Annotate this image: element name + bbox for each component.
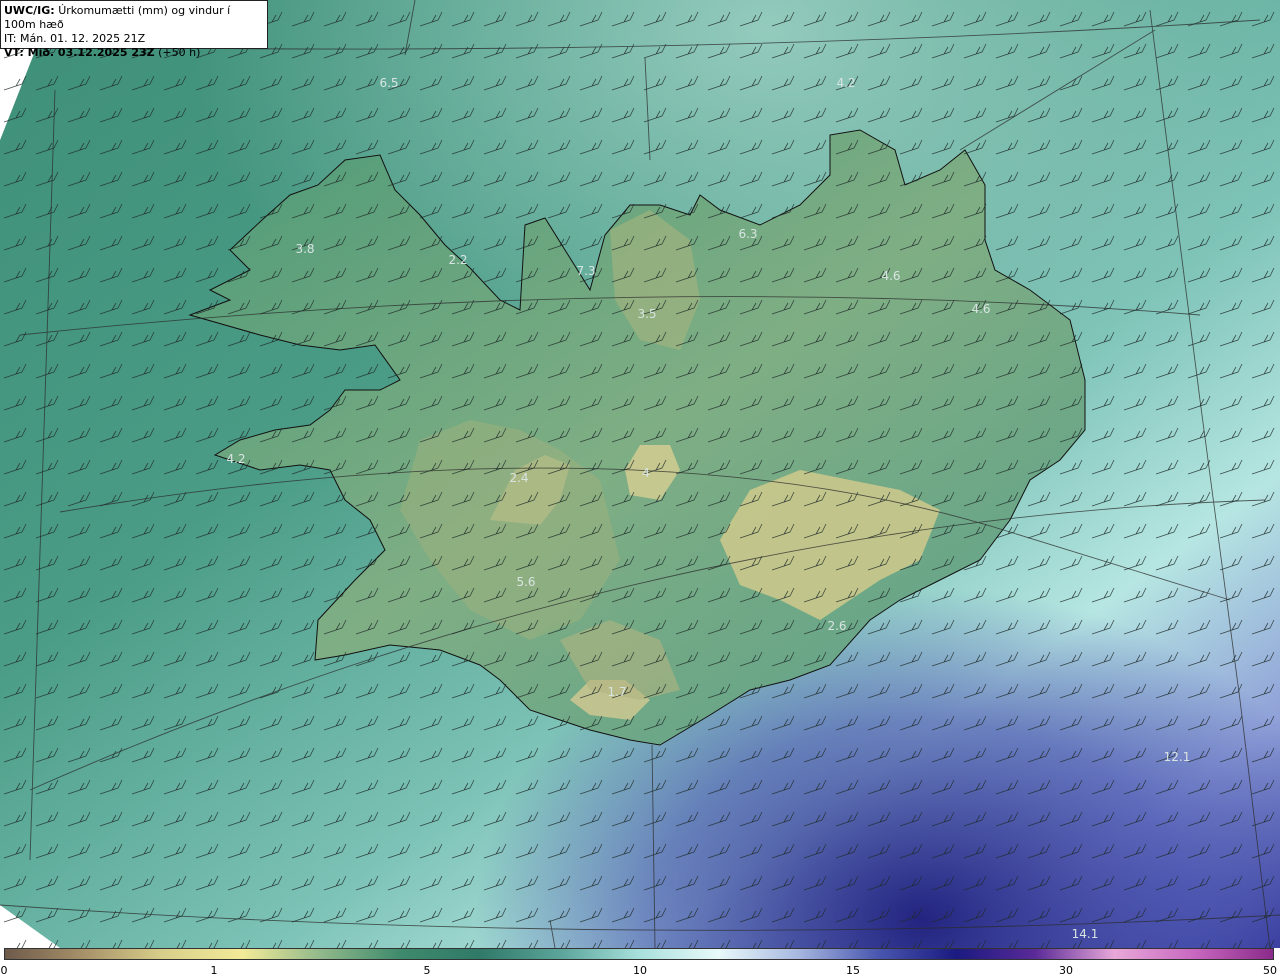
colorbar-tick: 1 <box>210 964 218 977</box>
map-value: 4 <box>642 466 650 480</box>
map-value: 2.2 <box>448 253 467 267</box>
weather-map: 6.5 4.2 3.8 2.2 7.3 6.3 3.5 4.6 4.6 4.2 … <box>0 0 1280 948</box>
map-value: 4.2 <box>226 452 245 466</box>
map-value: 7.3 <box>576 264 595 278</box>
map-header: UWC/IG: Úrkomumætti (mm) og vindur í 100… <box>0 0 268 59</box>
header-line-3: VT: Mið. 03.12.2025 23Z (+50 h) <box>4 46 201 59</box>
map-value: 6.5 <box>379 76 398 90</box>
map-value: 4.6 <box>881 269 900 283</box>
header-line-2: IT: Mán. 01. 12. 2025 21Z <box>4 32 146 45</box>
colorbar-tick: 0 <box>0 964 8 977</box>
header-line-1: UWC/IG: Úrkomumætti (mm) og vindur í 100… <box>4 4 231 31</box>
map-value: 12.1 <box>1164 750 1191 764</box>
map-value: 3.8 <box>295 242 314 256</box>
colorbar-tick: 5 <box>423 964 431 977</box>
map-value: 5.6 <box>516 575 535 589</box>
map-value: 2.6 <box>827 619 846 633</box>
map-value: 2.4 <box>509 471 528 485</box>
map-value: 3.5 <box>637 307 656 321</box>
map-value: 6.3 <box>738 227 757 241</box>
map-value: 1.7 <box>607 685 626 699</box>
colorbar-tick: 15 <box>846 964 860 977</box>
map-value: 14.1 <box>1072 927 1099 941</box>
colorbar-tick: 50 <box>1263 964 1277 977</box>
colorbar-tick: 10 <box>633 964 647 977</box>
colorbar-legend: 0 1 5 10 15 30 50 <box>0 948 1280 978</box>
map-value: 4.2 <box>836 76 855 90</box>
colorbar-gradient <box>4 948 1274 960</box>
map-value: 4.6 <box>971 302 990 316</box>
colorbar-tick: 30 <box>1059 964 1073 977</box>
